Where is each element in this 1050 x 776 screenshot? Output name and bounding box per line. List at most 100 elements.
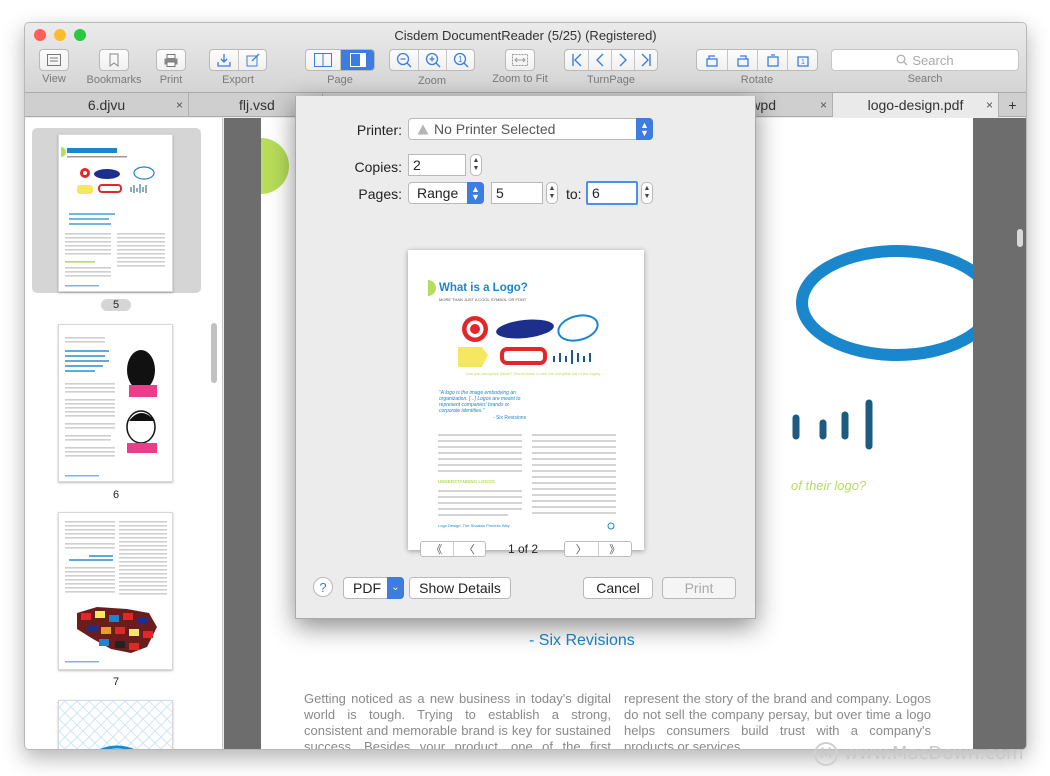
pages-mode-value: Range: [417, 185, 459, 201]
search-input[interactable]: Search: [831, 49, 1019, 71]
page-tagline: of their logo?: [791, 478, 867, 493]
svg-text:1: 1: [801, 59, 805, 66]
copies-stepper[interactable]: ▲ ▼: [470, 154, 482, 176]
zoom-tool[interactable]: 1 Zoom: [389, 49, 475, 87]
thumbnail-page-7[interactable]: [58, 512, 173, 670]
search-tool[interactable]: Search Search: [831, 49, 1019, 85]
rotate-label: Rotate: [740, 74, 774, 86]
rotate-tool[interactable]: 1 Rotate: [695, 49, 819, 86]
preview-title: What is a Logo?: [439, 282, 528, 294]
rotate-buttons: 1: [696, 49, 818, 71]
page-tool[interactable]: Page: [305, 49, 375, 86]
turnpage-tool[interactable]: TurnPage: [563, 49, 659, 86]
tab-label: logo-design.pdf: [867, 97, 964, 113]
zoom-label: Zoom: [417, 75, 447, 87]
search-label: Search: [907, 73, 943, 85]
zoom-in-icon[interactable]: [418, 50, 446, 70]
search-icon: [896, 54, 908, 66]
new-tab-button[interactable]: +: [999, 93, 1026, 117]
export-tool[interactable]: Export: [203, 49, 273, 86]
thumbnail-page-8[interactable]: [58, 700, 173, 749]
export-edit-icon[interactable]: [238, 50, 266, 70]
window-title: Cisdem DocumentReader (5/25) (Registered…: [394, 28, 657, 43]
previous-preview-page-icon[interactable]: 〈: [454, 542, 486, 556]
zoom-out-icon[interactable]: [390, 50, 418, 70]
zoom-to-fit-tool[interactable]: Zoom to Fit: [485, 49, 555, 85]
first-preview-page-icon[interactable]: 《: [421, 542, 454, 556]
view-label: View: [42, 73, 66, 85]
help-button[interactable]: ?: [313, 577, 333, 597]
bookmark-icon: [100, 50, 128, 70]
svg-text:1: 1: [458, 55, 463, 64]
pages-mode-select[interactable]: Range ▲ ▼: [408, 182, 484, 204]
thumbnail-page-number: 5: [101, 299, 131, 311]
tab-6-djvu[interactable]: 6.djvu ×: [25, 93, 189, 117]
thumbnail-sidebar: 5 6 7: [25, 118, 223, 749]
last-page-icon[interactable]: [634, 50, 657, 70]
zoom-to-fit-button[interactable]: [505, 49, 535, 71]
page-quote-source: - Six Revisions: [529, 632, 635, 649]
copies-field[interactable]: 2: [408, 154, 466, 176]
sidebar-scrollbar[interactable]: [211, 323, 217, 383]
copies-label: Copies:: [354, 159, 402, 175]
zoom-buttons: 1: [389, 49, 475, 71]
view-icon: [40, 50, 68, 70]
thumbnail-page-number: 6: [112, 489, 120, 501]
last-preview-page-icon[interactable]: 》: [599, 542, 632, 556]
page-6-preview: [65, 337, 157, 477]
preview-page-indicator: 1 of 2: [508, 542, 539, 556]
tab-close-icon[interactable]: ×: [986, 98, 993, 112]
rotate-page-right-icon[interactable]: 1: [787, 50, 817, 70]
watermark-logo-icon: M: [814, 742, 838, 766]
printer-select[interactable]: No Printer Selected ▲ ▼: [408, 118, 653, 140]
two-page-icon[interactable]: [306, 50, 340, 70]
print-button-disabled[interactable]: Print: [662, 577, 736, 599]
print-dialog: Printer: No Printer Selected ▲ ▼ Copies: …: [295, 96, 756, 619]
warning-icon: [417, 124, 429, 134]
view-tool[interactable]: View: [33, 49, 75, 85]
printer-label: Printer:: [356, 122, 402, 138]
thumbnail-page-6[interactable]: [58, 324, 173, 482]
tab-close-icon[interactable]: ×: [820, 98, 827, 112]
bookmarks-button[interactable]: [99, 49, 129, 71]
page-layout-buttons: [305, 49, 375, 71]
previous-page-icon[interactable]: [588, 50, 611, 70]
single-page-icon[interactable]: [340, 50, 374, 70]
rotate-right-icon[interactable]: [727, 50, 757, 70]
chevron-down-icon: ⌄: [387, 577, 404, 599]
titlebar: Cisdem DocumentReader (5/25) (Registered…: [25, 23, 1026, 93]
pages-label: Pages:: [358, 186, 402, 202]
range-from-stepper[interactable]: ▲ ▼: [546, 182, 558, 204]
actual-size-icon[interactable]: 1: [446, 50, 474, 70]
print-tool[interactable]: Print: [151, 49, 191, 86]
page-column-1: Getting noticed as a new business in tod…: [304, 691, 611, 750]
to-label: to:: [566, 186, 582, 202]
add-icon: +: [1008, 97, 1017, 113]
range-to-field[interactable]: 6: [586, 181, 638, 205]
document-scrollbar[interactable]: [1017, 229, 1023, 247]
view-button[interactable]: [39, 49, 69, 71]
preview-quote-source: - Six Revisions: [493, 415, 527, 421]
print-preview: What is a Logo? MORE THAN JUST A COOL SY…: [408, 250, 644, 550]
range-to-stepper[interactable]: ▲ ▼: [641, 182, 653, 204]
show-details-button[interactable]: Show Details: [409, 577, 511, 599]
zoom-to-fit-label: Zoom to Fit: [492, 73, 548, 85]
thumbnail-page-5[interactable]: [58, 134, 173, 292]
bookmarks-tool[interactable]: Bookmarks: [83, 49, 145, 86]
rotate-page-left-icon[interactable]: [757, 50, 787, 70]
page-8-preview: [59, 701, 172, 749]
range-from-field[interactable]: 5: [491, 182, 543, 204]
cancel-button[interactable]: Cancel: [583, 577, 653, 599]
next-preview-page-icon[interactable]: 〉: [565, 542, 599, 556]
export-label: Export: [222, 74, 254, 86]
next-page-icon[interactable]: [611, 50, 634, 70]
rotate-left-icon[interactable]: [697, 50, 727, 70]
page-5-preview: [61, 147, 165, 287]
preview-subtitle: MORE THAN JUST A COOL SYMBOL OR FONT: [439, 297, 527, 302]
first-page-icon[interactable]: [565, 50, 588, 70]
export-download-icon[interactable]: [210, 50, 238, 70]
tab-logo-design-pdf[interactable]: logo-design.pdf ×: [833, 93, 999, 117]
tab-close-icon[interactable]: ×: [176, 98, 183, 112]
pdf-menu-button[interactable]: PDF ⌄: [343, 577, 404, 599]
print-button[interactable]: [156, 49, 186, 71]
